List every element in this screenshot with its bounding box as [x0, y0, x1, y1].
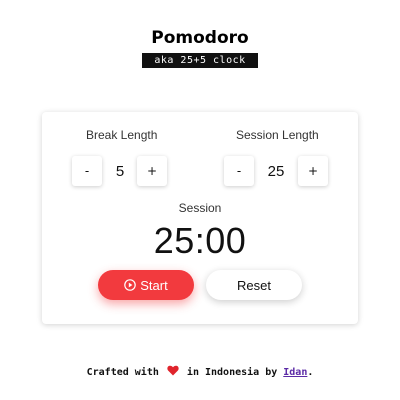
footer-suffix: .	[307, 367, 314, 378]
heart-icon	[167, 365, 179, 376]
footer: Crafted with in Indonesia by Idan.	[0, 365, 400, 378]
session-length-value: 25	[267, 163, 285, 180]
break-length-value: 5	[115, 163, 125, 180]
session-length-label: Session Length	[236, 128, 319, 142]
header: Pomodoro aka 25+5 clock	[0, 28, 400, 68]
app-subtitle-badge: aka 25+5 clock	[142, 53, 258, 68]
break-increment-button[interactable]: +	[137, 156, 167, 186]
author-link[interactable]: Idan	[283, 367, 307, 378]
clock-card: Break Length - 5 + Session Length - 25 +…	[42, 112, 358, 324]
break-decrement-button[interactable]: -	[72, 156, 102, 186]
footer-middle: in Indonesia by	[186, 367, 278, 378]
timer-display: 25:00	[153, 220, 247, 261]
start-button-label: Start	[140, 277, 168, 293]
footer-prefix: Crafted with	[86, 367, 159, 378]
reset-button-label: Reset	[237, 277, 271, 293]
session-decrement-button[interactable]: -	[224, 156, 254, 186]
start-button[interactable]: Start	[98, 270, 194, 300]
reset-button[interactable]: Reset	[206, 270, 302, 300]
app-title: Pomodoro	[151, 28, 249, 48]
play-circle-icon	[124, 279, 137, 291]
timer-label: Session	[178, 201, 222, 215]
session-increment-button[interactable]: +	[298, 156, 328, 186]
break-length-label: Break Length	[86, 128, 158, 142]
